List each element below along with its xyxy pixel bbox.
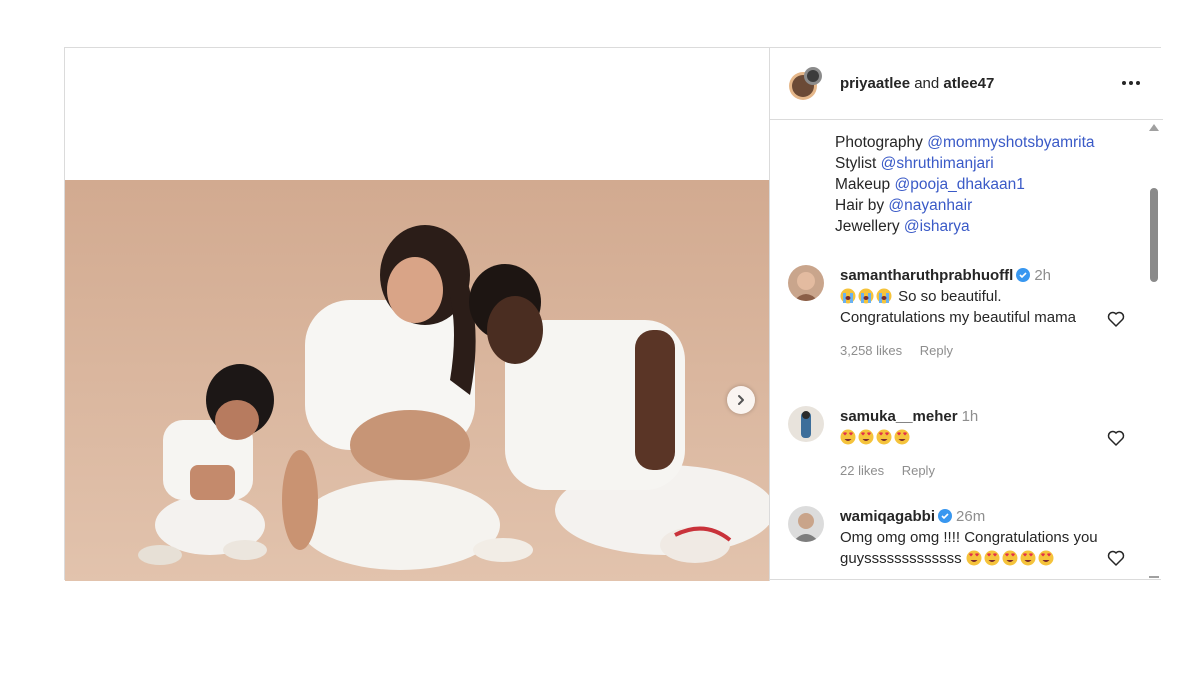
credit-mention[interactable]: @mommyshotsbyamrita: [927, 134, 1094, 151]
comment-username[interactable]: samantharuthprabhuoffl: [840, 267, 1013, 284]
comment-text-line: So so beautiful. Congratulations my beau…: [840, 286, 1100, 328]
next-slide-button[interactable]: [727, 386, 755, 414]
loudly-crying-face-icon: [876, 288, 892, 304]
credit-line: Stylist @shruthimanjari: [835, 153, 1095, 174]
credit-mention[interactable]: @pooja_dhakaan1: [894, 176, 1024, 193]
credit-mention[interactable]: @shruthimanjari: [881, 155, 994, 172]
credit-mention[interactable]: @isharya: [904, 218, 970, 235]
heart-eyes-face-icon: [966, 550, 982, 566]
comment-reply-button[interactable]: Reply: [920, 343, 953, 358]
comment-emoji-line: [840, 427, 1100, 448]
comment-text-line: Omg omg omg !!!! Congratulations you guy…: [840, 527, 1100, 569]
comment-item: wamiqagabbi 26m Omg omg omg !!!! Congratu…: [788, 506, 1138, 581]
comment-meta: 22 likes Reply: [840, 460, 1100, 481]
credit-label: Stylist: [835, 155, 877, 172]
heart-eyes-face-icon: [1002, 550, 1018, 566]
author-avatar[interactable]: [787, 66, 823, 102]
commenter-avatar[interactable]: [788, 406, 824, 442]
comment-likes[interactable]: 3,258 likes: [840, 343, 902, 358]
verified-badge-icon: [1016, 268, 1031, 282]
commenter-avatar[interactable]: [788, 265, 824, 301]
comments-scrollbar[interactable]: [1147, 120, 1161, 581]
post-sidebar: priyaatlee and atlee47 Photography @momm…: [769, 48, 1163, 581]
comment-time: 2h: [1034, 267, 1052, 284]
heart-icon[interactable]: [1106, 428, 1126, 448]
scroll-up-arrow-icon[interactable]: [1149, 124, 1159, 131]
credit-label: Jewellery: [835, 218, 900, 235]
heart-eyes-face-icon: [894, 429, 910, 445]
credit-mention[interactable]: @nayanhair: [888, 197, 972, 214]
verified-badge-icon: [938, 509, 953, 523]
loudly-crying-face-icon: [858, 288, 874, 304]
credit-label: Photography: [835, 134, 923, 151]
chevron-right-icon: [738, 395, 744, 405]
credit-line: Photography @mommyshotsbyamrita: [835, 132, 1095, 153]
instagram-post: priyaatlee and atlee47 Photography @momm…: [64, 47, 1163, 581]
author-username-1[interactable]: priyaatlee: [840, 75, 910, 92]
comments-scroll-area[interactable]: Photography @mommyshotsbyamrita Stylist …: [770, 120, 1163, 581]
caption-credits: Photography @mommyshotsbyamrita Stylist …: [835, 132, 1095, 237]
scroll-down-arrow-icon[interactable]: [1149, 576, 1159, 578]
heart-eyes-face-icon: [984, 550, 1000, 566]
author-and-text: and: [914, 75, 940, 92]
comment-meta: 3,258 likes Reply: [840, 340, 1100, 361]
heart-eyes-face-icon: [840, 429, 856, 445]
more-horizontal-icon[interactable]: [1120, 72, 1142, 94]
commenter-avatar[interactable]: [788, 506, 824, 542]
heart-icon[interactable]: [1106, 548, 1126, 568]
comment-item: samantharuthprabhuoffl 2h So so beautiful…: [788, 265, 1138, 380]
comment-time: 1h: [961, 408, 979, 425]
post-media: [65, 48, 769, 581]
comment-item: samuka__meher 1h 22 likes Reply: [788, 406, 1138, 481]
family-photo: [65, 180, 769, 581]
comment-body: samantharuthprabhuoffl 2h So so beautiful…: [840, 265, 1100, 361]
scrollbar-thumb[interactable]: [1150, 188, 1158, 282]
comment-time: 26m: [956, 508, 986, 525]
credit-line: Jewellery @isharya: [835, 216, 1095, 237]
comment-likes[interactable]: 22 likes: [840, 463, 884, 478]
credit-label: Hair by: [835, 197, 885, 214]
author-names: priyaatlee and atlee47: [840, 75, 994, 92]
comment-username[interactable]: wamiqagabbi: [840, 508, 935, 525]
credit-line: Makeup @pooja_dhakaan1: [835, 174, 1095, 195]
heart-eyes-face-icon: [876, 429, 892, 445]
comment-reply-button[interactable]: Reply: [902, 463, 935, 478]
post-header: priyaatlee and atlee47: [770, 48, 1163, 120]
heart-icon[interactable]: [1106, 309, 1126, 329]
heart-eyes-face-icon: [1038, 550, 1054, 566]
credit-line: Hair by @nayanhair: [835, 195, 1095, 216]
loudly-crying-face-icon: [840, 288, 856, 304]
heart-eyes-face-icon: [1020, 550, 1036, 566]
credit-label: Makeup: [835, 176, 891, 193]
heart-eyes-face-icon: [858, 429, 874, 445]
comment-body: samuka__meher 1h 22 likes Reply: [840, 406, 1100, 481]
author-username-2[interactable]: atlee47: [943, 75, 994, 92]
comment-body: wamiqagabbi 26m Omg omg omg !!!! Congratu…: [840, 506, 1100, 569]
comment-username[interactable]: samuka__meher: [840, 408, 958, 425]
